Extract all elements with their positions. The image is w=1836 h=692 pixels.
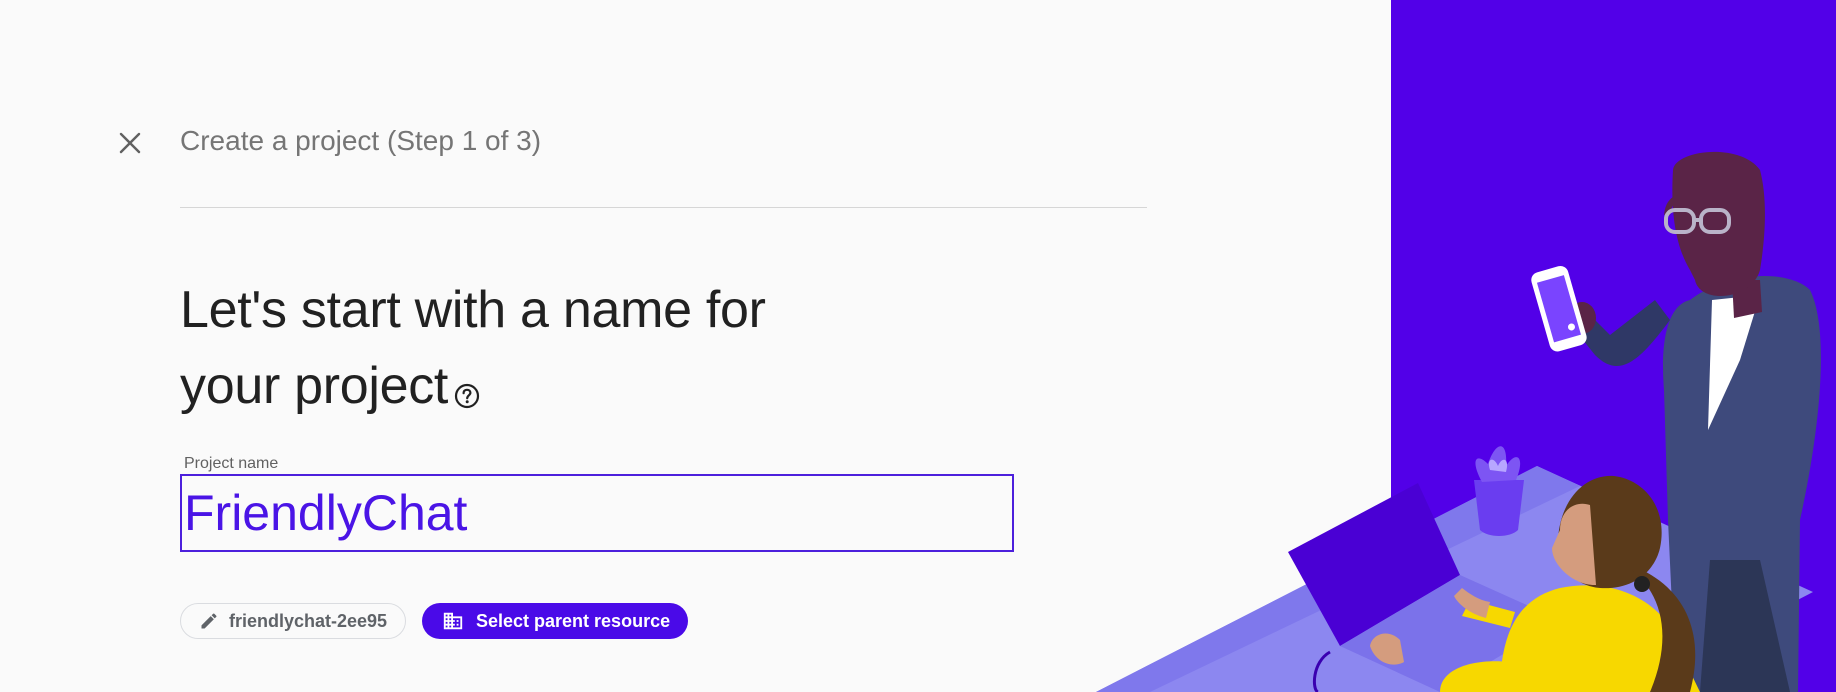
plant [1474, 446, 1524, 536]
hero-illustration [1096, 0, 1836, 692]
